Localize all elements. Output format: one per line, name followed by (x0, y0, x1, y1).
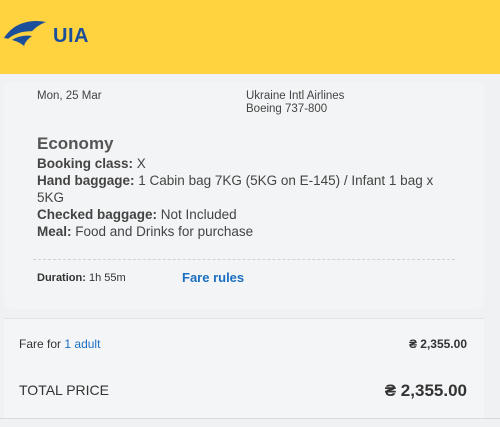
hand-baggage-value: 1 Cabin bag 7KG (5KG on E-145) / Infant … (138, 173, 434, 188)
hand-baggage-label: Hand baggage: (37, 173, 135, 188)
flight-date: Mon, 25 Mar (37, 90, 102, 102)
section-divider (33, 259, 455, 260)
app-header: UIA (0, 0, 500, 74)
meal-value: Food and Drinks for purchase (75, 224, 254, 239)
airline-name: Ukraine Intl Airlines (246, 90, 345, 102)
checked-baggage-value: Not Included (160, 207, 237, 222)
aircraft-type: Boeing 737-800 (246, 103, 328, 115)
booking-class-row: Booking class: X (37, 155, 146, 172)
fare-for-prefix: Fare for (19, 337, 62, 351)
fare-amount: ₴ 2,355.00 (408, 337, 467, 351)
flight-duration: Duration: 1h 55m (37, 272, 126, 284)
brand-name[interactable]: UIA (53, 25, 89, 48)
price-summary-panel (4, 318, 484, 419)
duration-value: 1h 55m (88, 272, 126, 284)
duration-label: Duration: (37, 272, 86, 284)
hand-baggage-value-line2: 5KG (37, 190, 65, 205)
total-price-label: TOTAL PRICE (19, 382, 109, 398)
passenger-type[interactable]: adult (74, 337, 100, 351)
booking-class-value: X (136, 156, 146, 171)
checked-baggage-label: Checked baggage: (37, 207, 158, 222)
uia-plane-tail-icon[interactable] (2, 18, 48, 52)
bottom-divider (0, 418, 500, 419)
checked-baggage-row: Checked baggage: Not Included (37, 206, 237, 223)
passenger-count-link[interactable]: 1 adult (64, 337, 100, 351)
meal-row: Meal: Food and Drinks for purchase (37, 223, 253, 240)
fare-rules-link[interactable]: Fare rules (182, 270, 244, 285)
hand-baggage-row: Hand baggage: 1 Cabin bag 7KG (5KG on E-… (37, 172, 433, 189)
passenger-count[interactable]: 1 (64, 337, 71, 351)
fare-class-title: Economy (37, 134, 114, 153)
fare-for-text: Fare for 1 adult (19, 337, 100, 351)
booking-class-label: Booking class: (37, 156, 134, 171)
total-price-amount: ₴ 2,355.00 (384, 381, 467, 400)
meal-label: Meal: (37, 224, 72, 239)
hand-baggage-row-continued: 5KG (37, 189, 64, 206)
